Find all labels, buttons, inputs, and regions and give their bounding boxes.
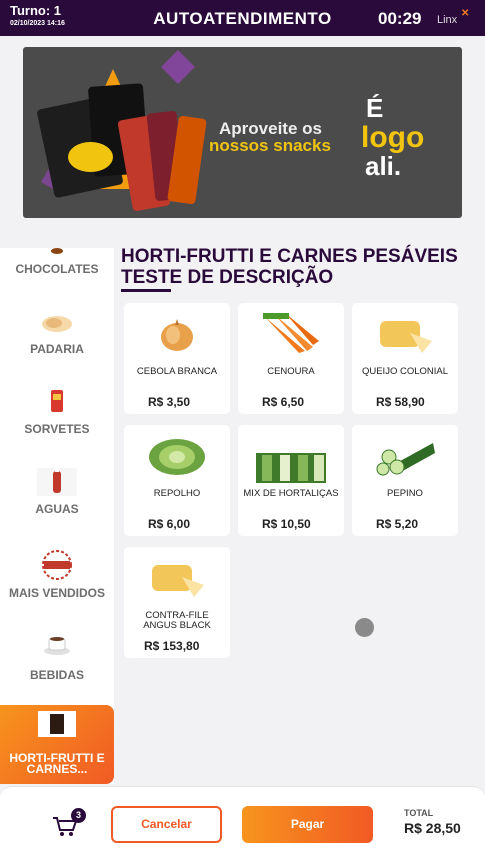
product-name: PEPINO [387,488,423,499]
sidebar-item-bebidas[interactable]: BEBIDAS [0,632,114,692]
cucumber-image [376,443,435,476]
product-price: R$ 3,50 [148,395,191,409]
sidebar-item-label: BEBIDAS [29,668,84,682]
sidebar-item-label: PADARIA [30,342,84,356]
product-price: R$ 6,00 [148,517,191,531]
drink-glass-icon [38,711,76,737]
sidebar-item-label: HORTI-FRUTTI E CARNES... [9,751,105,776]
sidebar-item-sorvetes[interactable]: SORVETES [0,388,114,448]
ice-cream-icon [51,390,63,412]
sidebar-item-label: SORVETES [24,422,90,436]
product-price: R$ 10,50 [262,517,311,531]
sidebar-item-chocolates[interactable]: CHOCOLATES [0,248,114,288]
pay-button[interactable]: Pagar [242,806,373,843]
water-bottle-icon [37,468,77,496]
product-card-cebola[interactable]: CEBOLA BRANCA R$ 3,50 [124,303,230,414]
banner-slogan-line3: ali. [365,151,402,181]
product-card-pepino[interactable]: PEPINO R$ 5,20 [352,425,458,536]
product-name: CENOURA [267,366,315,377]
session-timer: 00:29 [378,9,422,28]
onion-image [161,319,193,351]
category-sidebar: CHOCOLATES PADARIA SORVETES AGUAS MAIS V… [0,248,114,784]
sidebar-item-padaria[interactable]: PADARIA [0,312,114,372]
touch-indicator [355,618,374,637]
coffee-cup-icon [44,637,70,655]
brand-x-icon: ✕ [461,8,470,19]
chocolate-icon [51,248,63,254]
product-card-mix-hortalicas[interactable]: MIX DE HORTALIÇAS R$ 10,50 [238,425,344,536]
product-card-contra-file[interactable]: CONTRA-FILE ANGUS BLACK R$ 153,80 [124,547,230,658]
product-name: CEBOLA BRANCA [136,366,218,377]
brand-logo: Linx [437,14,458,26]
cheese-image [380,321,432,353]
product-name: MIX DE HORTALIÇAS [243,488,339,499]
product-name: QUEIJO COLONIAL [361,366,449,377]
total-value: R$ 28,50 [404,820,461,836]
cancel-button[interactable]: Cancelar [111,806,222,843]
section-title: HORTI-FRUTTI E CARNES PESÁVEIS TESTE DE … [121,246,458,288]
sidebar-item-horti-frutti[interactable]: HORTI-FRUTTI E CARNES... [0,705,114,784]
cabbage-image [149,439,205,475]
banner-slogan-line2: logo [361,121,425,154]
sidebar-item-mais-vendidos[interactable]: MAIS VENDIDOS [0,550,114,620]
promo-banner[interactable]: Aproveite os nossos snacks É logo ali. [23,47,462,218]
chips-image [68,142,113,172]
product-price: R$ 6,50 [262,395,305,409]
cheese-image [152,565,204,597]
banner-slogan-line1: É [366,93,384,123]
cart-count-badge: 3 [71,808,86,823]
product-card-queijo[interactable]: QUEIJO COLONIAL R$ 58,90 [352,303,458,414]
sidebar-item-aguas[interactable]: AGUAS [0,468,114,528]
product-card-repolho[interactable]: REPOLHO R$ 6,00 [124,425,230,536]
product-price: R$ 153,80 [144,639,200,653]
best-seller-badge-icon [42,550,72,580]
bread-icon [42,316,72,332]
carrot-image [263,313,319,353]
product-card-cenoura[interactable]: CENOURA R$ 6,50 [238,303,344,414]
product-name: REPOLHO [153,488,201,499]
product-name: CONTRA-FILE ANGUS BLACK [143,610,211,631]
total-label: TOTAL [404,808,434,818]
vegetable-mix-image [256,453,326,483]
sidebar-item-label: AGUAS [35,502,79,516]
section-underline [121,289,171,292]
product-price: R$ 58,90 [376,395,425,409]
sidebar-item-label: CHOCOLATES [15,262,99,276]
banner-promo-line2: nossos snacks [209,136,331,155]
sidebar-item-label: MAIS VENDIDOS [8,586,105,600]
product-price: R$ 5,20 [376,517,419,531]
top-bar: Turno: 1 02/10/2023 14:16 AUTOATENDIMENT… [0,0,485,36]
